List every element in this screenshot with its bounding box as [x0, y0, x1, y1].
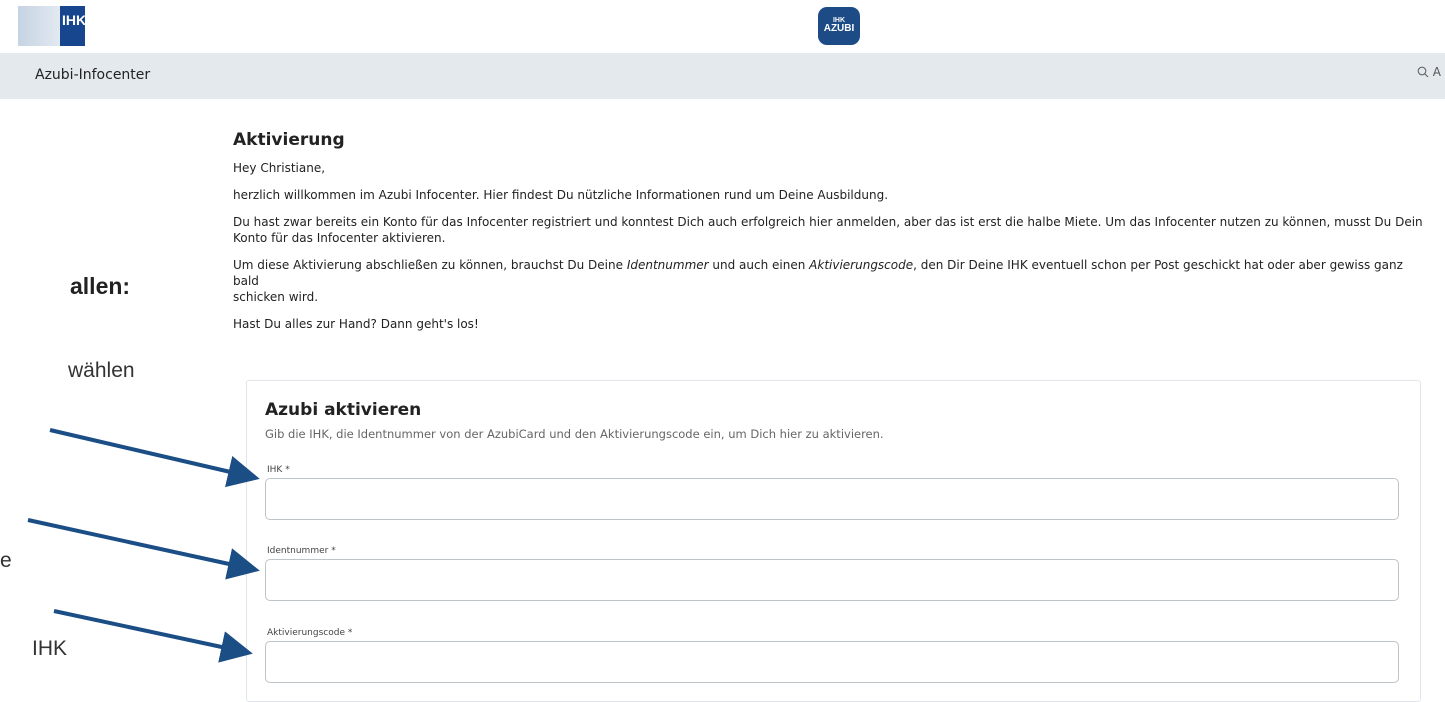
activation-mid: und auch einen: [708, 258, 810, 272]
info-text: Du hast zwar bereits ein Konto für das I…: [233, 214, 1423, 246]
arrow-to-ihk-field: [49, 428, 260, 488]
activation-text: Um diese Aktivierung abschließen zu könn…: [233, 257, 1423, 305]
ready-text: Hast Du alles zur Hand? Dann geht's los!: [233, 317, 479, 331]
slide-fragment-2: e: [0, 549, 12, 572]
nav-search[interactable]: A: [1417, 65, 1441, 79]
page-title: Aktivierung: [233, 130, 345, 150]
info-line-1: Du hast zwar bereits ein Konto für das I…: [233, 215, 1423, 229]
ihk-logo[interactable]: IHK: [18, 6, 87, 46]
form-title: Azubi aktivieren: [265, 400, 422, 420]
activation-code: Aktivierungscode: [809, 258, 914, 272]
slide-fragment-3: IHK: [32, 637, 68, 660]
arrow-to-identnummer-field: [27, 518, 260, 580]
nav-search-fragment: A: [1432, 65, 1441, 79]
ihk-logo-gradient: [18, 6, 60, 46]
top-header: IHK IHK AZUBI: [0, 0, 1445, 53]
main-content: Aktivierung Hey Christiane, herzlich wil…: [233, 130, 1423, 343]
aktivierungscode-input[interactable]: [265, 641, 1399, 683]
slide-fragment-bold: allen:: [70, 273, 131, 299]
aktivierungscode-field-label: Aktivierungscode *: [267, 628, 352, 638]
identnummer-label-text: Identnummer: [267, 546, 329, 556]
activation-line-2: schicken wird.: [233, 290, 319, 304]
aktivierungscode-label-text: Aktivierungscode: [267, 628, 345, 638]
identnummer-required-mark: *: [331, 546, 336, 556]
nav-title[interactable]: Azubi-Infocenter: [35, 67, 150, 83]
identnummer-input[interactable]: [265, 559, 1399, 601]
info-line-2: Konto für das Infocenter aktivieren.: [233, 231, 446, 245]
identnummer-field-label: Identnummer *: [267, 546, 336, 556]
arrow-to-aktivierungscode-field: [53, 609, 253, 663]
nav-bar: Azubi-Infocenter A: [0, 53, 1445, 99]
greeting-text: Hey Christiane,: [233, 161, 326, 175]
azubi-logo[interactable]: IHK AZUBI: [818, 7, 860, 45]
activation-form-card: Azubi aktivieren Gib die IHK, die Identn…: [246, 380, 1421, 702]
aktivierungscode-required-mark: *: [347, 628, 353, 638]
ihk-label-text: IHK: [267, 465, 283, 475]
slide-fragment-1: wählen: [68, 359, 135, 382]
welcome-text: herzlich willkommen im Azubi Infocenter.…: [233, 188, 889, 202]
activation-pre: Um diese Aktivierung abschließen zu könn…: [233, 258, 627, 272]
ihk-select[interactable]: [265, 478, 1399, 520]
ihk-field-label: IHK *: [267, 465, 290, 475]
activation-ident: Identnummer: [626, 258, 709, 272]
ihk-logo-text: IHK: [62, 12, 87, 28]
ihk-required-mark: *: [285, 465, 290, 475]
search-icon[interactable]: [1417, 66, 1429, 78]
form-subtitle: Gib die IHK, die Identnummer von der Azu…: [265, 427, 884, 441]
azubi-logo-line2: AZUBI: [823, 23, 855, 35]
